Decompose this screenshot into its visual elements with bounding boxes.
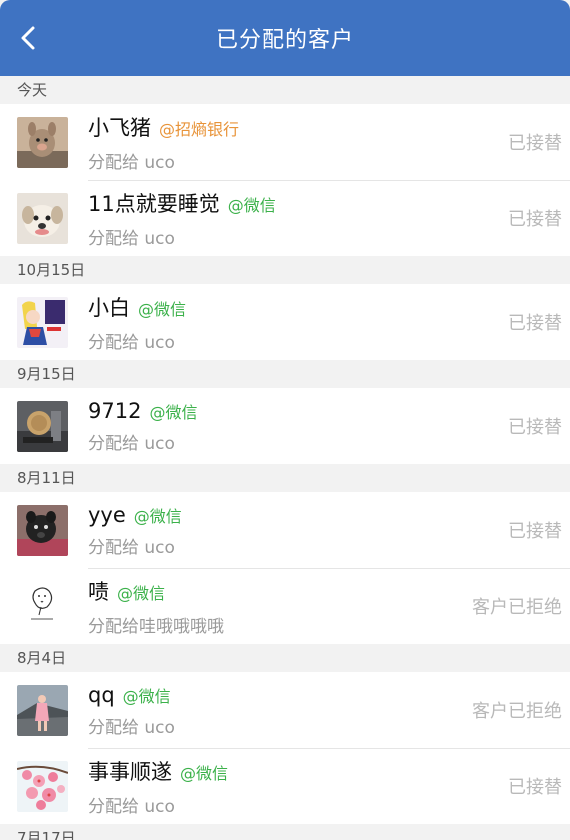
avatar xyxy=(17,192,68,244)
avatar xyxy=(17,684,68,736)
customer-source: @微信 xyxy=(117,583,166,603)
customer-name: 小飞猪 xyxy=(88,115,151,140)
customer-name: 小白 xyxy=(88,295,130,320)
section-date-header: 今天 xyxy=(0,76,570,104)
anime-avatar xyxy=(17,296,68,348)
name-line: 小白 @微信 xyxy=(88,292,570,322)
customer-info: 11点就要睡觉 @微信分配给 uco xyxy=(88,188,570,249)
customer-name: 11点就要睡觉 xyxy=(88,191,220,216)
bag-avatar xyxy=(17,400,68,452)
avatar xyxy=(17,296,68,348)
nav-bar: 已分配的客户 xyxy=(0,0,570,76)
status-label: 已接替 xyxy=(508,417,562,438)
assigned-to: 分配给 uco xyxy=(88,796,175,817)
customer-name: 事事顺遂 xyxy=(88,759,172,784)
section-date-header: 10月15日 xyxy=(0,256,570,284)
customer-source: @招熵银行 xyxy=(159,119,240,139)
avatar xyxy=(17,400,68,452)
customer-info: 小飞猪 @招熵银行分配给 uco xyxy=(88,112,570,173)
customer-info: yye @微信分配给 uco xyxy=(88,503,570,558)
customer-info: 9712 @微信分配给 uco xyxy=(88,399,570,454)
black-dog-avatar xyxy=(17,504,68,556)
section-date-header: 9月15日 xyxy=(0,360,570,388)
customer-source: @微信 xyxy=(227,195,276,215)
page-title: 已分配的客户 xyxy=(215,28,354,53)
pig-avatar xyxy=(17,116,68,168)
status-label: 已接替 xyxy=(508,209,562,230)
customer-row[interactable]: 小白 @微信分配给 uco 已接替 xyxy=(0,284,570,360)
status-label: 已接替 xyxy=(508,777,562,798)
assigned-to: 分配给 uco xyxy=(88,537,175,558)
assigned-to: 分配给 uco xyxy=(88,332,175,353)
assigned-to: 分配给 uco xyxy=(88,433,175,454)
customer-list: 今天 小飞猪 @招熵银行 分配给 uco 已接替 11点就要睡觉 @微信 分配给 uco 已接替… xyxy=(0,76,570,840)
name-line: 小飞猪 @招熵银行 xyxy=(88,112,570,142)
customer-name: qq xyxy=(88,682,115,707)
assigned-to: 分配给 uco xyxy=(88,228,175,249)
section-date-header: 8月4日 xyxy=(0,644,570,672)
customer-row[interactable]: 小飞猪 @招熵银行分配给 uco 已接替 xyxy=(0,104,570,180)
dog-avatar xyxy=(17,192,68,244)
customer-source: @微信 xyxy=(149,402,198,422)
avatar xyxy=(17,580,68,632)
status-label: 已接替 xyxy=(508,313,562,334)
girl-avatar xyxy=(17,684,68,736)
customer-name: 啧 xyxy=(88,579,109,604)
chevron-left-icon xyxy=(21,26,35,50)
back-button[interactable] xyxy=(16,24,44,52)
customer-source: @微信 xyxy=(138,299,187,319)
name-line: 9712 @微信 xyxy=(88,399,570,423)
avatar xyxy=(17,116,68,168)
customer-row[interactable]: 啧 @微信 分配给哇哦哦哦哦 客户已拒绝 xyxy=(0,568,570,644)
status-label: 客户已拒绝 xyxy=(472,701,562,722)
name-line: yye @微信 xyxy=(88,503,570,527)
customer-row[interactable]: qq @微信 分配给 uco 客户已拒绝 xyxy=(0,672,570,748)
name-line: 事事顺遂 @微信 xyxy=(88,756,570,786)
section-date-header: 7月17日 xyxy=(0,824,570,840)
status-label: 已接替 xyxy=(508,133,562,154)
status-label: 客户已拒绝 xyxy=(472,597,562,618)
assigned-to: 分配给 uco xyxy=(88,152,175,173)
customer-row[interactable]: 9712 @微信分配给 uco 已接替 xyxy=(0,388,570,464)
customer-source: @微信 xyxy=(133,506,182,526)
section-date-header: 8月11日 xyxy=(0,464,570,492)
customer-name: yye xyxy=(88,502,126,527)
customer-info: 小白 @微信分配给 uco xyxy=(88,292,570,353)
customer-source: @微信 xyxy=(122,686,171,706)
flowers-avatar xyxy=(17,760,68,812)
avatar xyxy=(17,760,68,812)
screen: 已分配的客户 今天 小飞猪 @招熵银行 分配给 uco 已接替 11点就要睡觉 @微信 分配给… xyxy=(0,0,570,840)
status-label: 已接替 xyxy=(508,521,562,542)
customer-info: 事事顺遂 @微信 分配给 uco xyxy=(88,756,570,817)
customer-row[interactable]: 11点就要睡觉 @微信分配给 uco 已接替 xyxy=(0,180,570,256)
customer-name: 9712 xyxy=(88,398,142,423)
customer-row[interactable]: yye @微信分配给 uco 已接替 xyxy=(0,492,570,568)
customer-source: @微信 xyxy=(180,763,229,783)
avatar xyxy=(17,504,68,556)
doodle-avatar xyxy=(17,580,68,632)
name-line: 11点就要睡觉 @微信 xyxy=(88,188,570,218)
customer-row[interactable]: 事事顺遂 @微信 分配给 uco 已接替 xyxy=(0,748,570,824)
